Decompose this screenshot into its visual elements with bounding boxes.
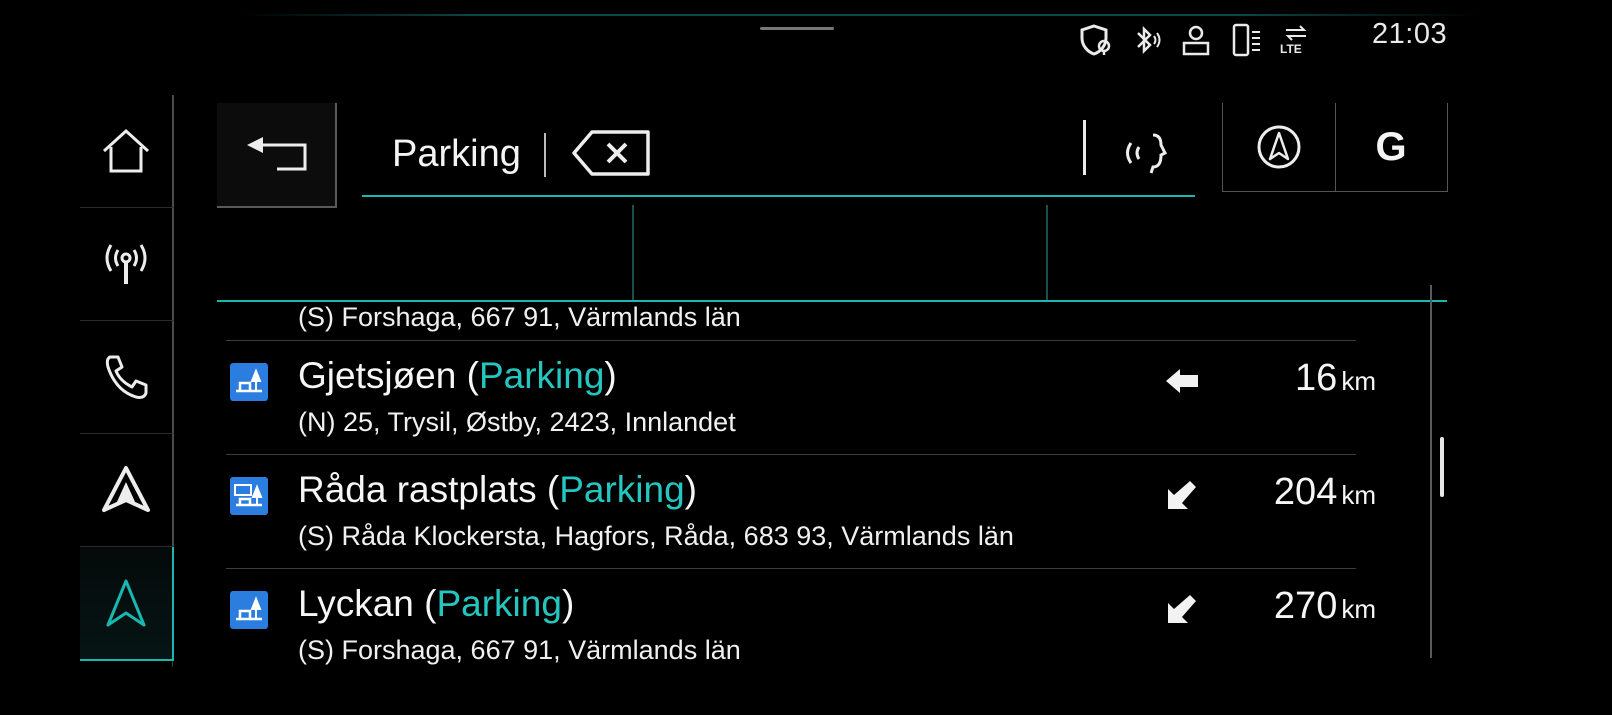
result-distance: 270 km (1273, 585, 1376, 627)
result-name: Råda rastplats (298, 469, 537, 510)
back-arrow-icon (247, 136, 307, 170)
lte-label: LTE (1280, 42, 1302, 56)
filter-row (217, 205, 1447, 302)
rail-navigation-button[interactable] (80, 547, 174, 661)
home-icon (102, 128, 150, 173)
clear-backspace-icon[interactable] (570, 128, 650, 178)
rail-phone-button[interactable] (80, 321, 174, 434)
result-title: Lyckan (Parking) (298, 583, 575, 624)
list-item[interactable]: Gjetsjøen (Parking) (N) 25, Trysil, Østb… (226, 340, 1376, 453)
rest-area-poi-icon (230, 477, 268, 515)
parking-poi-icon (230, 363, 268, 401)
filter-tab-3[interactable] (1048, 205, 1447, 300)
direction-down-left-icon (1168, 595, 1196, 623)
result-name: Gjetsjøen (298, 355, 457, 396)
pull-down-handle[interactable] (760, 27, 834, 30)
rail-radio-button[interactable] (80, 208, 174, 321)
bluetooth-icon (1137, 25, 1161, 55)
scrollbar-thumb[interactable] (1440, 437, 1444, 497)
navigation-icon (106, 579, 146, 627)
clock: 21:03 (1372, 18, 1448, 50)
radio-icon (105, 244, 147, 284)
result-address: (S) Forshaga, 667 91, Värmlands län (298, 635, 741, 665)
result-category: Parking (559, 469, 685, 510)
lte-icon: LTE (1278, 22, 1314, 58)
result-address: (S) Forshaga, 667 91, Värmlands län (298, 302, 741, 332)
result-name: Lyckan (298, 583, 414, 624)
list-item[interactable]: Lyckan (Parking) (S) Forshaga, 667 91, V… (226, 568, 1376, 681)
result-title: Råda rastplats (Parking) (298, 469, 697, 510)
result-title: Gjetsjøen (Parking) (298, 355, 617, 396)
user-profile-icon (1182, 25, 1210, 56)
location-privacy-icon (1080, 24, 1111, 56)
result-distance: 16 km (1295, 357, 1376, 399)
result-address: (N) 25, Trysil, Østby, 2423, Innlandet (298, 407, 736, 437)
android-auto-icon (102, 466, 150, 512)
list-item[interactable]: Råda rastplats (Parking) (S) Råda Klocke… (226, 454, 1376, 567)
text-cursor (544, 133, 546, 177)
result-distance: 204 km (1273, 471, 1376, 513)
filter-tab-1[interactable] (217, 205, 634, 300)
direction-left-icon (1166, 369, 1198, 393)
compass-button[interactable] (1222, 103, 1336, 192)
status-bar: LTE (1078, 18, 1314, 62)
back-button[interactable] (217, 103, 337, 208)
result-category: Parking (478, 355, 605, 396)
scrollbar-track[interactable] (1430, 285, 1432, 658)
main-menu-rail (80, 95, 174, 667)
list-item-partial[interactable]: (S) Forshaga, 667 91, Värmlands län (226, 302, 1356, 338)
search-divider (1083, 120, 1086, 175)
filter-tab-2[interactable] (634, 205, 1048, 300)
phone-signal-icon (1232, 23, 1260, 57)
voice-input-icon[interactable] (1115, 125, 1175, 181)
rail-android-auto-button[interactable] (80, 434, 174, 547)
direction-down-left-icon (1168, 481, 1196, 509)
result-category: Parking (436, 583, 562, 624)
top-accent-line (240, 14, 1480, 16)
rail-home-button[interactable] (80, 95, 174, 208)
search-query-text[interactable]: Parking (392, 133, 521, 176)
phone-icon (105, 355, 148, 399)
north-compass-icon (1257, 125, 1301, 169)
parking-poi-icon (230, 591, 268, 629)
google-label: G (1375, 124, 1407, 169)
result-address: (S) Råda Klockersta, Hagfors, Råda, 683 … (298, 521, 1014, 551)
google-search-button[interactable]: G (1335, 103, 1448, 192)
